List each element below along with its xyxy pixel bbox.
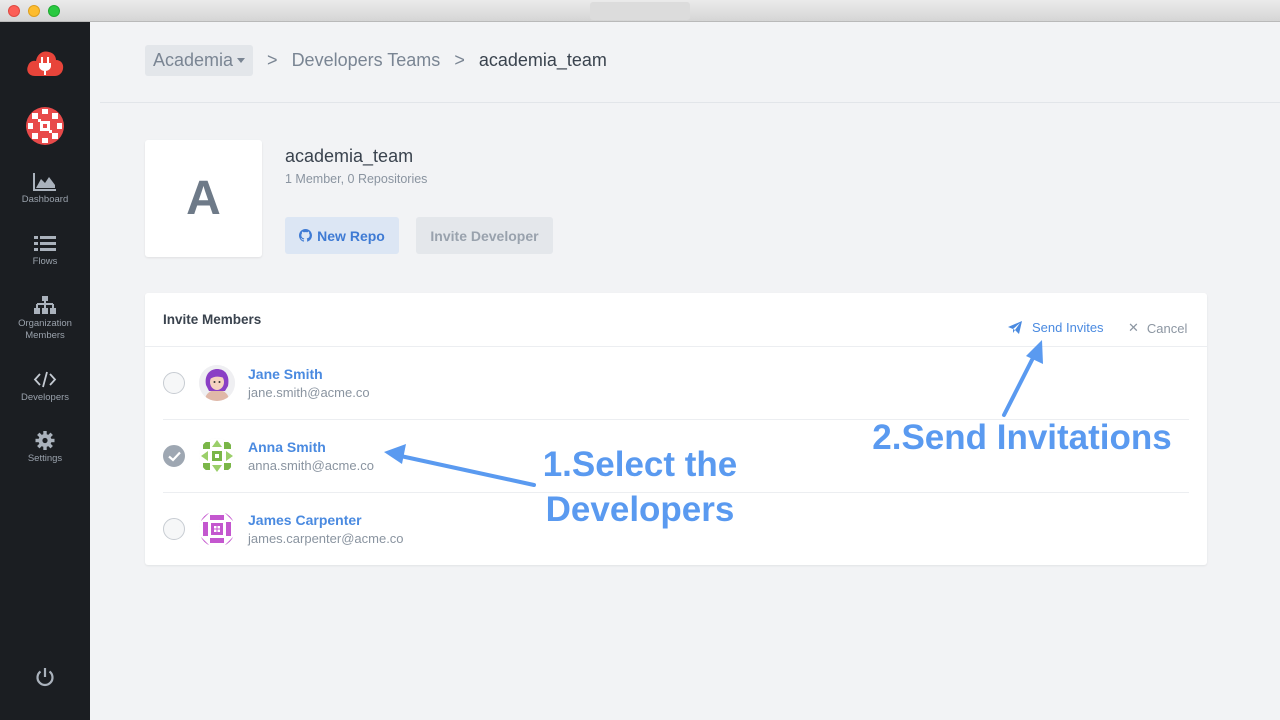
sidebar-item-label: Organization Members — [18, 318, 72, 341]
sidebar-item-settings[interactable]: Settings — [0, 431, 90, 465]
annotation-send-invitations: 2.Send Invitations — [872, 418, 1172, 457]
window-close-button[interactable] — [8, 5, 20, 17]
annotation-line: Developers — [545, 490, 735, 529]
annotation-select-developers: 1.Select the Developers — [520, 442, 760, 532]
sidebar-item-developers[interactable]: Developers — [0, 370, 90, 404]
breadcrumb-separator: > — [454, 50, 465, 70]
main-content: Academia > Developers Teams > academia_t… — [90, 22, 1280, 720]
avatar — [199, 511, 235, 547]
breadcrumb-current: academia_team — [478, 50, 607, 70]
org-dropdown-label: Academia — [153, 50, 234, 70]
titlebar-tab — [590, 2, 690, 20]
org-dropdown[interactable]: Academia — [145, 45, 254, 76]
avatar — [199, 438, 235, 474]
send-invites-button[interactable]: Send Invites — [1008, 320, 1104, 335]
member-checkbox[interactable] — [163, 518, 185, 540]
member-checkbox-checked[interactable] — [163, 445, 185, 467]
sidebar-item-label: Developers — [20, 392, 70, 403]
sidebar-item-flows[interactable]: Flows — [0, 234, 90, 268]
sidebar: Dashboard Flows Organization Members Dev… — [0, 22, 90, 720]
cloud-plug-logo-icon[interactable] — [25, 46, 65, 80]
team-avatar-initial: A — [186, 172, 221, 225]
sidebar-item-dashboard[interactable]: Dashboard — [0, 172, 90, 206]
gear-icon — [35, 431, 55, 450]
avatar — [199, 365, 235, 401]
breadcrumb-developers-teams[interactable]: Developers Teams — [292, 50, 441, 71]
paper-plane-icon — [1008, 321, 1022, 334]
member-name[interactable]: James Carpenter — [248, 512, 362, 528]
team-name: academia_team — [285, 146, 414, 166]
member-email: jane.smith@acme.co — [248, 385, 370, 400]
annotation-line: 1.Select the — [542, 445, 738, 484]
new-repo-button[interactable]: New Repo — [285, 217, 399, 254]
member-name[interactable]: Jane Smith — [248, 366, 323, 382]
breadcrumb: Academia > Developers Teams > academia_t… — [145, 45, 607, 76]
list-icon — [34, 236, 56, 251]
cancel-button[interactable]: ✕ Cancel — [1128, 320, 1187, 336]
member-name[interactable]: Anna Smith — [248, 439, 326, 455]
cancel-label: Cancel — [1146, 320, 1188, 336]
member-email: james.carpenter@acme.co — [248, 531, 404, 546]
sitemap-icon — [34, 296, 56, 314]
sidebar-item-label: Settings — [27, 453, 63, 464]
invite-developer-button[interactable]: Invite Developer — [416, 217, 553, 254]
sidebar-item-label: Flows — [32, 256, 58, 267]
github-icon — [299, 229, 313, 242]
list-item: Jane Smith jane.smith@acme.co — [145, 347, 1207, 420]
org-avatar[interactable] — [26, 107, 64, 145]
member-email: anna.smith@acme.co — [248, 458, 374, 473]
window-titlebar — [0, 0, 1280, 22]
sidebar-item-label: Dashboard — [21, 194, 69, 205]
power-icon[interactable] — [33, 665, 57, 689]
window-maximize-button[interactable] — [48, 5, 60, 17]
breadcrumb-separator: > — [267, 50, 278, 70]
panel-title: Invite Members — [163, 312, 262, 327]
code-icon — [33, 371, 57, 388]
send-invites-label: Send Invites — [1032, 320, 1104, 335]
close-icon: ✕ — [1128, 320, 1139, 335]
new-repo-label: New Repo — [317, 227, 385, 244]
member-checkbox[interactable] — [163, 372, 185, 394]
sidebar-item-organization-members[interactable]: Organization Members — [0, 296, 90, 342]
team-avatar: A — [145, 140, 262, 257]
header-divider — [100, 102, 1280, 103]
area-chart-icon — [33, 173, 56, 191]
invite-developer-label: Invite Developer — [430, 227, 539, 244]
window-minimize-button[interactable] — [28, 5, 40, 17]
team-meta: 1 Member, 0 Repositories — [285, 172, 428, 186]
checkmark-icon — [168, 451, 181, 462]
caret-down-icon — [237, 58, 246, 63]
